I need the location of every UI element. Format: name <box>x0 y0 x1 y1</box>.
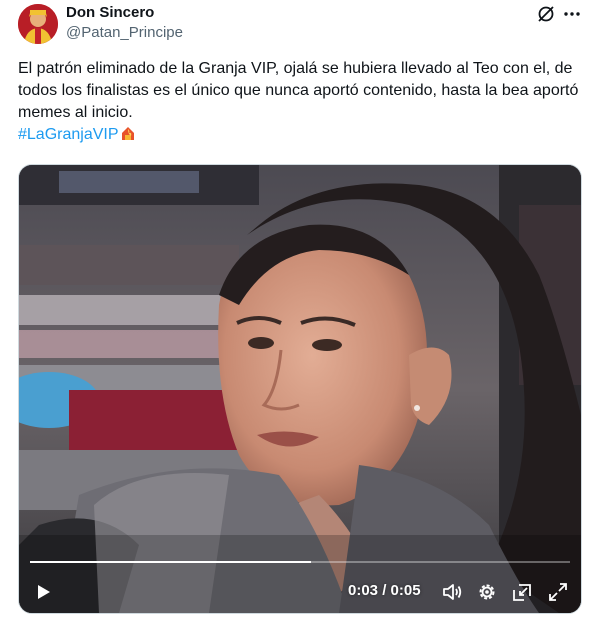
more-icon[interactable] <box>561 4 583 24</box>
picture-in-picture-icon[interactable] <box>511 581 533 603</box>
tweet-text: El patrón eliminado de la Granja VIP, oj… <box>18 58 584 146</box>
fullscreen-icon[interactable] <box>547 581 569 603</box>
volume-icon[interactable] <box>441 581 463 603</box>
time-separator: / <box>382 582 387 599</box>
author-name[interactable]: Don Sincero <box>66 4 154 22</box>
author-handle[interactable]: @Patan_Principe <box>66 24 183 42</box>
duration: 0:05 <box>390 582 421 599</box>
video-player[interactable]: 0:03 / 0:05 <box>18 164 582 614</box>
video-time: 0:03 / 0:05 <box>348 582 421 599</box>
avatar[interactable] <box>18 4 58 44</box>
tweet-body: El patrón eliminado de la Granja VIP, oj… <box>18 60 579 121</box>
progress-bar[interactable] <box>30 561 570 563</box>
grok-icon[interactable] <box>536 4 556 24</box>
current-time: 0:03 <box>348 582 379 599</box>
hashtag-link[interactable]: #LaGranjaVIP <box>18 126 119 143</box>
video-frame <box>19 165 581 613</box>
gear-icon[interactable] <box>476 581 498 603</box>
progress-fill <box>30 561 311 563</box>
house-fire-emoji <box>121 127 134 140</box>
tweet-card: Don Sincero @Patan_Principe El patrón el… <box>0 0 597 620</box>
play-icon[interactable] <box>33 582 53 602</box>
